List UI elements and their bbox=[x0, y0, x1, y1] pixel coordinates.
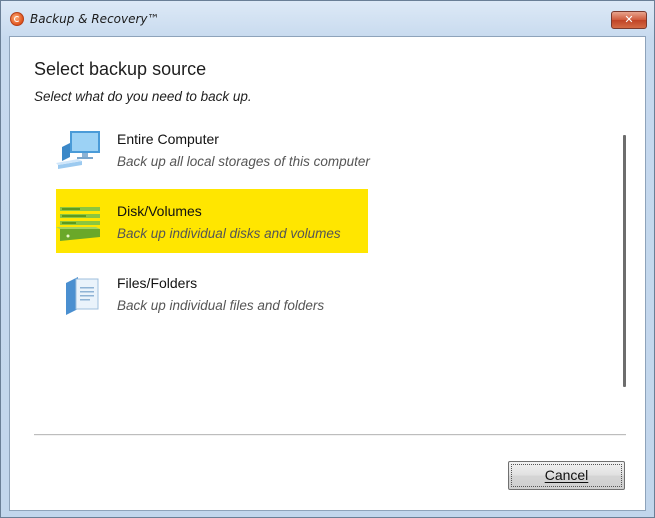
title-bar[interactable]: Backup & Recovery™ ✕ bbox=[1, 1, 654, 34]
page-subtitle: Select what do you need to back up. bbox=[34, 89, 252, 104]
dialog-content: Select backup source Select what do you … bbox=[9, 36, 646, 511]
option-files-folders[interactable]: Files/Folders Back up individual files a… bbox=[56, 261, 368, 325]
cancel-button[interactable]: Cancel bbox=[508, 461, 625, 490]
option-title: Files/Folders bbox=[117, 275, 198, 291]
close-button[interactable]: ✕ bbox=[611, 11, 647, 29]
backup-window: Backup & Recovery™ ✕ Select backup sourc… bbox=[0, 0, 655, 518]
option-title: Entire Computer bbox=[117, 131, 219, 147]
option-disk-volumes[interactable]: Disk/Volumes Back up individual disks an… bbox=[56, 189, 368, 253]
option-entire-computer[interactable]: Entire Computer Back up all local storag… bbox=[56, 117, 370, 181]
app-logo-icon bbox=[10, 12, 24, 26]
option-description: Back up individual disks and volumes bbox=[117, 226, 341, 241]
disk-volumes-icon bbox=[56, 207, 100, 241]
files-folders-icon bbox=[66, 277, 99, 315]
page-title: Select backup source bbox=[34, 59, 207, 79]
computer-icon bbox=[56, 131, 100, 169]
option-description: Back up all local storages of this compu… bbox=[117, 154, 370, 169]
window-title: Backup & Recovery™ bbox=[30, 12, 160, 26]
option-description: Back up individual files and folders bbox=[117, 298, 325, 313]
footer-divider bbox=[34, 434, 626, 436]
list-scrollbar[interactable] bbox=[623, 135, 626, 387]
option-title: Disk/Volumes bbox=[117, 203, 202, 219]
